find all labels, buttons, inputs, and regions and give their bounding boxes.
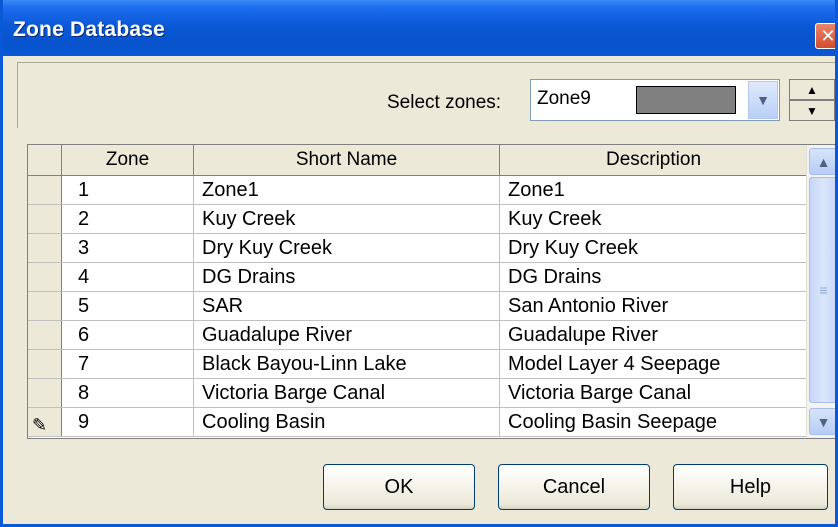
chevron-down-icon[interactable]: ▼ <box>748 81 778 119</box>
short-name-cell[interactable]: Black Bayou-Linn Lake <box>194 350 500 378</box>
zone-number: 9 <box>78 411 90 433</box>
zone-database-window: Zone Database ✕ Select zones: Zone9 ▼ ▲ … <box>0 0 838 527</box>
table-row[interactable]: 6 Guadalupe River Guadalupe River <box>28 321 808 350</box>
zone-number-cell[interactable]: 5 <box>62 292 194 320</box>
ok-button[interactable]: OK <box>323 464 475 510</box>
zone-number: 3 <box>78 237 90 259</box>
zone-number-cell[interactable]: 3 <box>62 234 194 262</box>
zone-number-cell[interactable]: 6 <box>62 321 194 349</box>
column-header-short-name[interactable]: Short Name <box>194 145 500 175</box>
short-name-cell[interactable]: Cooling Basin <box>194 408 500 436</box>
description-cell[interactable]: Guadalupe River <box>500 321 808 349</box>
close-button[interactable]: ✕ <box>815 23 836 49</box>
grip-icon: ≡ <box>819 282 828 298</box>
triangle-up-icon: ▲ <box>806 82 818 97</box>
short-name-cell[interactable]: Victoria Barge Canal <box>194 379 500 407</box>
table-row[interactable]: ✎ 9 Cooling Basin Cooling Basin Seepage <box>28 408 808 437</box>
spin-down-button[interactable]: ▼ <box>789 100 835 121</box>
chevron-down-icon: ▼ <box>816 413 831 430</box>
zone-number: 6 <box>78 324 90 346</box>
column-header-zone[interactable]: Zone <box>62 145 194 175</box>
table-row[interactable]: 2 Kuy Creek Kuy Creek <box>28 205 808 234</box>
zone-number-cell[interactable]: 1 <box>62 176 194 204</box>
help-button[interactable]: Help <box>673 464 828 510</box>
zone-number: 2 <box>78 208 90 230</box>
pencil-icon: ✎ <box>32 415 48 435</box>
description-cell[interactable]: Zone1 <box>500 176 808 204</box>
description-cell[interactable]: San Antonio River <box>500 292 808 320</box>
close-icon: ✕ <box>820 25 836 46</box>
short-name-cell[interactable]: Dry Kuy Creek <box>194 234 500 262</box>
description-cell[interactable]: Victoria Barge Canal <box>500 379 808 407</box>
table-row[interactable]: 1 Zone1 Zone1 <box>28 176 808 205</box>
short-name-cell[interactable]: Zone1 <box>194 176 500 204</box>
row-selector-header <box>28 145 62 175</box>
table-row[interactable]: 8 Victoria Barge Canal Victoria Barge Cana… <box>28 379 808 408</box>
short-name-cell[interactable]: DG Drains <box>194 263 500 291</box>
row-selector[interactable] <box>28 321 62 349</box>
zone-number-cell[interactable]: 7 <box>62 350 194 378</box>
row-selector[interactable] <box>28 350 62 378</box>
cancel-button[interactable]: Cancel <box>498 464 650 510</box>
column-header-description[interactable]: Description <box>500 145 808 175</box>
spin-up-button[interactable]: ▲ <box>789 79 835 100</box>
description-cell[interactable]: Model Layer 4 Seepage <box>500 350 808 378</box>
select-zones-label: Select zones: <box>387 92 502 113</box>
scroll-down-button[interactable]: ▼ <box>809 408 835 435</box>
table-row[interactable]: 5 SAR San Antonio River <box>28 292 808 321</box>
zone-number: 7 <box>78 353 90 375</box>
scroll-up-button[interactable]: ▲ <box>809 148 835 175</box>
zone-color-swatch <box>636 86 736 114</box>
table-row[interactable]: 3 Dry Kuy Creek Dry Kuy Creek <box>28 234 808 263</box>
zone-number-cell[interactable]: 9 <box>62 408 194 436</box>
row-selector[interactable] <box>28 292 62 320</box>
window-title: Zone Database <box>13 18 165 41</box>
grid-body: 1 Zone1 Zone1 2 Kuy Creek Kuy Creek 3 Dry Kuy C… <box>28 176 808 437</box>
zone-spinner: ▲ ▼ <box>789 79 835 121</box>
row-selector[interactable] <box>28 234 62 262</box>
zone-grid: Zone Short Name Description 1 Zone1 Zone1 2… <box>27 144 835 439</box>
description-cell[interactable]: Kuy Creek <box>500 205 808 233</box>
triangle-down-icon: ▼ <box>806 103 818 118</box>
short-name-cell[interactable]: Kuy Creek <box>194 205 500 233</box>
zone-number-cell[interactable]: 8 <box>62 379 194 407</box>
zone-number: 1 <box>78 179 90 201</box>
grid-header: Zone Short Name Description <box>28 145 808 176</box>
title-bar[interactable]: Zone Database ✕ <box>3 0 835 56</box>
zone-select-value: Zone9 <box>537 88 591 109</box>
chevron-up-icon: ▲ <box>816 153 831 170</box>
row-selector[interactable] <box>28 176 62 204</box>
zone-number-cell[interactable]: 2 <box>62 205 194 233</box>
zone-number: 5 <box>78 295 90 317</box>
description-cell[interactable]: Dry Kuy Creek <box>500 234 808 262</box>
zone-number-cell[interactable]: 4 <box>62 263 194 291</box>
row-selector[interactable] <box>28 263 62 291</box>
row-selector[interactable] <box>28 205 62 233</box>
vertical-scrollbar[interactable]: ▲ ≡ ▼ <box>806 145 835 438</box>
row-selector[interactable] <box>28 379 62 407</box>
scroll-thumb[interactable]: ≡ <box>809 177 835 403</box>
short-name-cell[interactable]: SAR <box>194 292 500 320</box>
zone-number: 8 <box>78 382 90 404</box>
description-cell[interactable]: Cooling Basin Seepage <box>500 408 808 436</box>
row-selector[interactable]: ✎ <box>28 408 62 436</box>
short-name-cell[interactable]: Guadalupe River <box>194 321 500 349</box>
zone-select-dropdown[interactable]: Zone9 ▼ <box>530 79 780 121</box>
zone-number: 4 <box>78 266 90 288</box>
table-row[interactable]: 4 DG Drains DG Drains <box>28 263 808 292</box>
table-row[interactable]: 7 Black Bayou-Linn Lake Model Layer 4 Seep… <box>28 350 808 379</box>
description-cell[interactable]: DG Drains <box>500 263 808 291</box>
